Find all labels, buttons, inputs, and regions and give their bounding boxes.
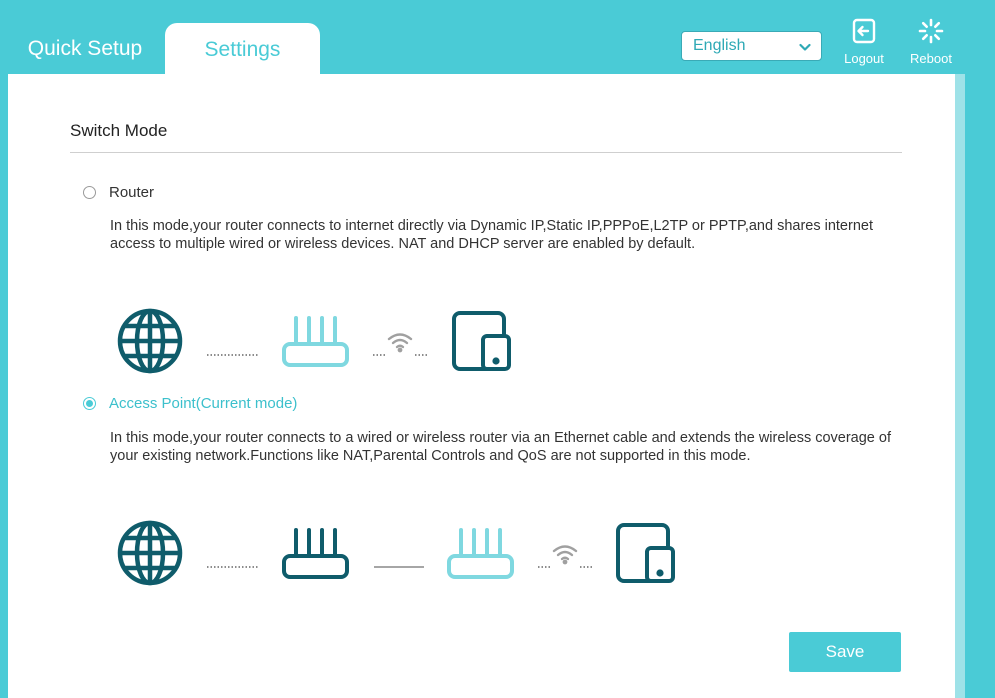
- language-select[interactable]: English: [681, 31, 822, 61]
- connection-dots: [580, 556, 592, 574]
- router-icon: [281, 526, 351, 586]
- ethernet-cable-line: [374, 556, 424, 574]
- wifi-icon: [552, 543, 578, 570]
- router-icon: [446, 526, 516, 586]
- save-button[interactable]: Save: [789, 632, 901, 672]
- reboot-icon: [901, 18, 961, 47]
- access-point-mode-description: In this mode,your router connects to a w…: [110, 430, 891, 464]
- chevron-down-icon: [799, 40, 811, 58]
- connection-dots: [207, 556, 259, 574]
- router-mode-option[interactable]: Router: [83, 184, 154, 201]
- language-select-value: English: [693, 37, 746, 54]
- logout-label: Logout: [844, 51, 884, 66]
- router-mode-label: Router: [109, 184, 155, 201]
- device-icon: [615, 522, 677, 589]
- section-title: Switch Mode: [70, 121, 168, 140]
- router-mode-radio[interactable]: [83, 186, 96, 199]
- reboot-button[interactable]: Reboot: [901, 18, 961, 66]
- logout-icon: [834, 18, 894, 47]
- connection-dots: [415, 344, 427, 362]
- globe-icon: [117, 308, 183, 379]
- connection-dots: [538, 556, 550, 574]
- scrollbar[interactable]: [955, 74, 965, 698]
- reboot-label: Reboot: [910, 51, 952, 66]
- access-point-mode-radio[interactable]: [83, 397, 96, 410]
- wifi-icon: [387, 331, 413, 358]
- scrollbar-thumb[interactable]: [955, 74, 965, 698]
- access-point-mode-label: Access Point(Current mode): [109, 395, 298, 412]
- connection-dots: [207, 344, 259, 362]
- divider: [70, 152, 902, 153]
- access-point-mode-option[interactable]: Access Point(Current mode): [83, 395, 297, 412]
- tab-settings[interactable]: Settings: [165, 23, 320, 76]
- settings-panel: Switch Mode Router In this mode,your rou…: [8, 74, 955, 698]
- device-icon: [451, 310, 513, 377]
- tab-quick-setup[interactable]: Quick Setup: [10, 24, 160, 74]
- globe-icon: [117, 520, 183, 591]
- logout-button[interactable]: Logout: [834, 18, 894, 66]
- connection-dots: [373, 344, 385, 362]
- router-mode-description: In this mode,your router connects to int…: [110, 218, 873, 252]
- router-icon: [281, 314, 351, 374]
